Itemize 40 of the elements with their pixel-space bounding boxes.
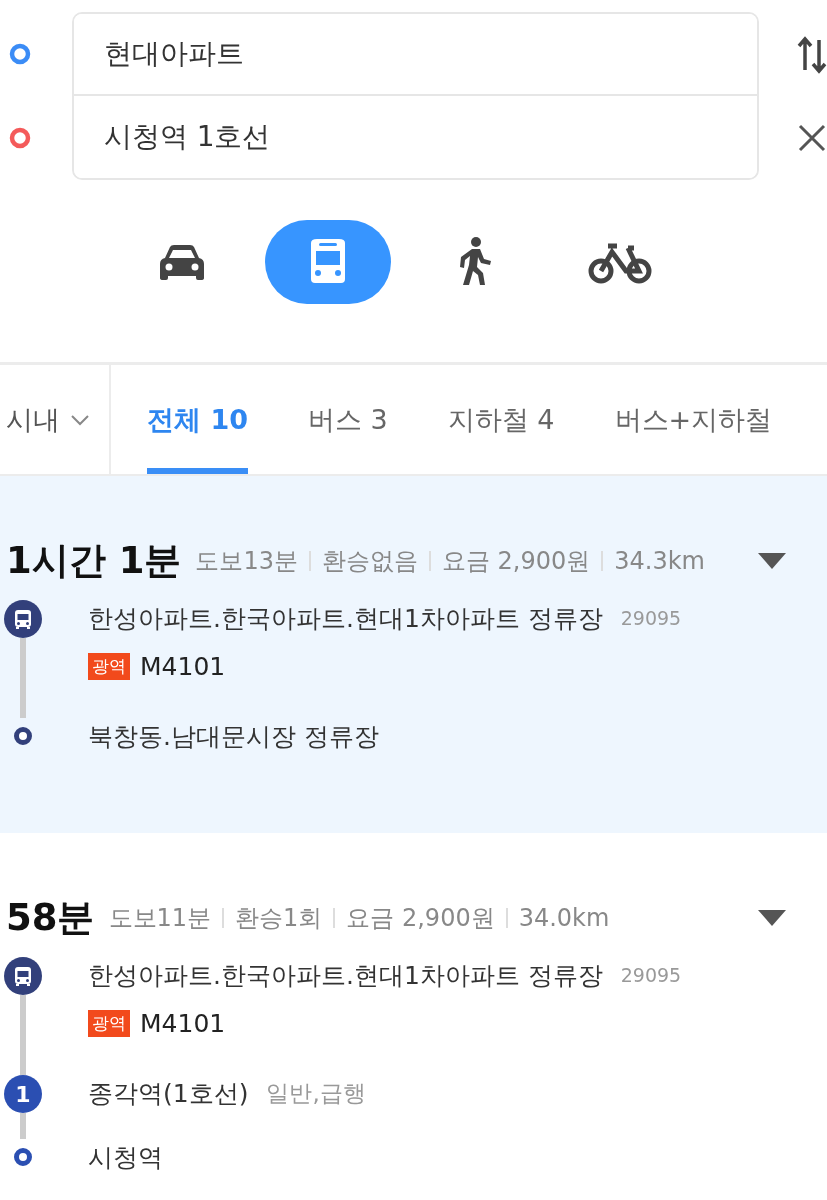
route-info-text: 도보11분 [108,903,212,934]
input-field[interactable]: 현대아파트 [73,14,757,96]
route-info-text: 34.3km [614,547,705,575]
route-info-text: 요금 2,900원 [346,903,495,934]
stop-name[interactable]: 한성아파트.한국아파트.현대1차아파트 정류장 [88,601,603,635]
route-info-text: 환승없음 [321,546,418,577]
train-type-text: 일반,급행 [266,1078,366,1108]
stop-name[interactable]: 한성아파트.한국아파트.현대1차아파트 정류장 [88,958,603,992]
route-info-text: 34.0km [518,904,610,932]
stop-name[interactable]: 시청역 [88,1140,163,1174]
route-info-text: 환승1회 [235,903,323,934]
stop-number: 29095 [620,964,682,986]
filter-tab[interactable]: 버스+지하철 [614,365,773,474]
route-duration: 1시간 1분 [6,538,182,584]
chevron-down-icon [70,413,90,426]
car-icon [157,242,207,282]
bus-type-tag: 광역 [88,1009,130,1037]
station-name[interactable]: 종각역(1호선) [88,1076,249,1110]
dropdown-triangle-icon[interactable] [757,909,787,927]
bus-number[interactable]: M4101 [140,651,226,681]
end-stop-icon [13,726,33,746]
stop-number: 29095 [620,607,682,629]
bus-stop-icon [4,600,42,638]
origin-marker-icon [9,43,31,65]
swap-icon[interactable] [797,34,827,74]
region-dropdown[interactable]: 시내 [0,365,111,474]
route-duration: 58분 [6,895,95,941]
bus-type-tag: 광역 [88,652,130,680]
route-info-text: 도보13분 [195,546,298,577]
route-info-text: 요금 2,900원 [441,546,591,577]
bus-number[interactable]: M4101 [140,1008,226,1038]
dropdown-triangle-icon[interactable] [757,552,787,570]
close-icon[interactable] [797,123,827,153]
destination-marker-icon [9,127,31,149]
selected-route-card[interactable]: 1시간 1분 도보13분 환승없음 요금 2,900원 34.3km 한성아파트.한국아파트.현대1차아파트 정류장 29095 광역 M4101 북창동.남대문시장 정류장 [0,476,827,833]
bus-stop-icon [4,957,42,995]
end-stop-icon [13,1147,33,1167]
filter-tab[interactable]: 지하철 4 [447,365,555,474]
filter-tab[interactable]: 버스 3 [308,365,388,474]
stop-name[interactable]: 북창동.남대문시장 정류장 [88,719,379,753]
